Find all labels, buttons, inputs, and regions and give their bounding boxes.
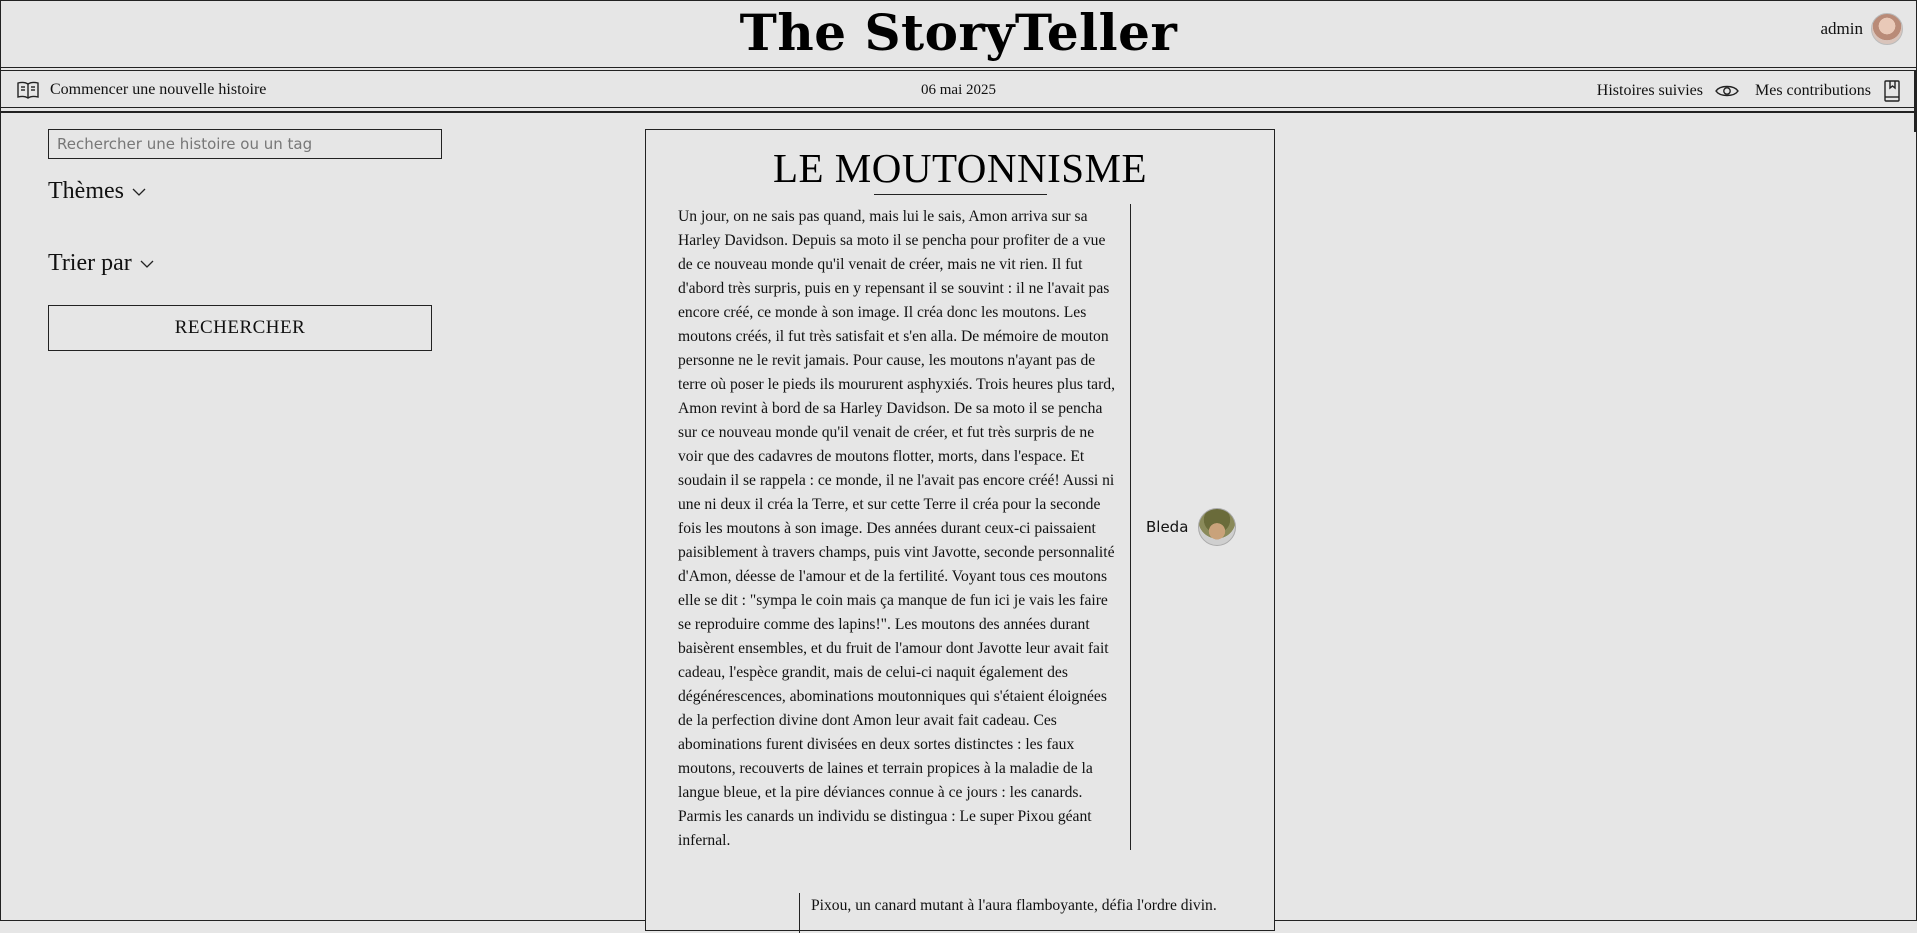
sort-label: Trier par [48, 250, 132, 276]
title-underline [874, 194, 1047, 195]
nav-bar: Commencer une nouvelle histoire 06 mai 2… [0, 73, 1917, 107]
my-contributions-link[interactable]: Mes contributions [1755, 82, 1871, 100]
sort-dropdown[interactable]: Trier par [48, 250, 154, 277]
nav-right-links: Histoires suivies Mes contributions [1597, 80, 1901, 102]
author-avatar[interactable] [1198, 508, 1237, 546]
chapter-author[interactable]: Bleda [1146, 508, 1237, 546]
themes-dropdown[interactable]: Thèmes [48, 178, 146, 205]
chapter-text: Un jour, on ne sais pas quand, mais lui … [678, 208, 1115, 849]
chapter-divider [799, 893, 800, 933]
user-name[interactable]: admin [1821, 19, 1864, 39]
header-divider-top-1 [0, 67, 1917, 68]
bookmark-book-icon[interactable] [1883, 80, 1901, 102]
site-logo[interactable]: The StoryTeller [0, 2, 1917, 64]
avatar[interactable] [1871, 13, 1903, 45]
followed-stories-link[interactable]: Histoires suivies [1597, 82, 1703, 100]
chevron-down-icon [132, 187, 146, 197]
eye-icon[interactable] [1715, 83, 1739, 99]
masthead: The StoryTeller admin [0, 0, 1917, 66]
header-divider-top-2 [0, 70, 1917, 71]
nav-divider-bottom-2 [0, 111, 1917, 113]
themes-label: Thèmes [48, 178, 124, 204]
chapter-text: Pixou, un canard mutant à l'aura flamboy… [811, 897, 1217, 914]
search-button[interactable]: RECHERCHER [48, 305, 432, 351]
story-panel: LE MOUTONNISME Un jour, on ne sais pas q… [645, 129, 1275, 933]
author-name[interactable]: Bleda [1146, 518, 1188, 536]
scrollbar-track[interactable] [1914, 70, 1916, 132]
search-input[interactable] [48, 129, 442, 159]
user-menu[interactable]: admin [1821, 13, 1903, 45]
nav-divider-bottom-1 [0, 107, 1917, 108]
chapter-divider [1130, 204, 1131, 850]
story-title: LE MOUTONNISME [772, 145, 1148, 191]
chevron-down-icon [140, 259, 154, 269]
